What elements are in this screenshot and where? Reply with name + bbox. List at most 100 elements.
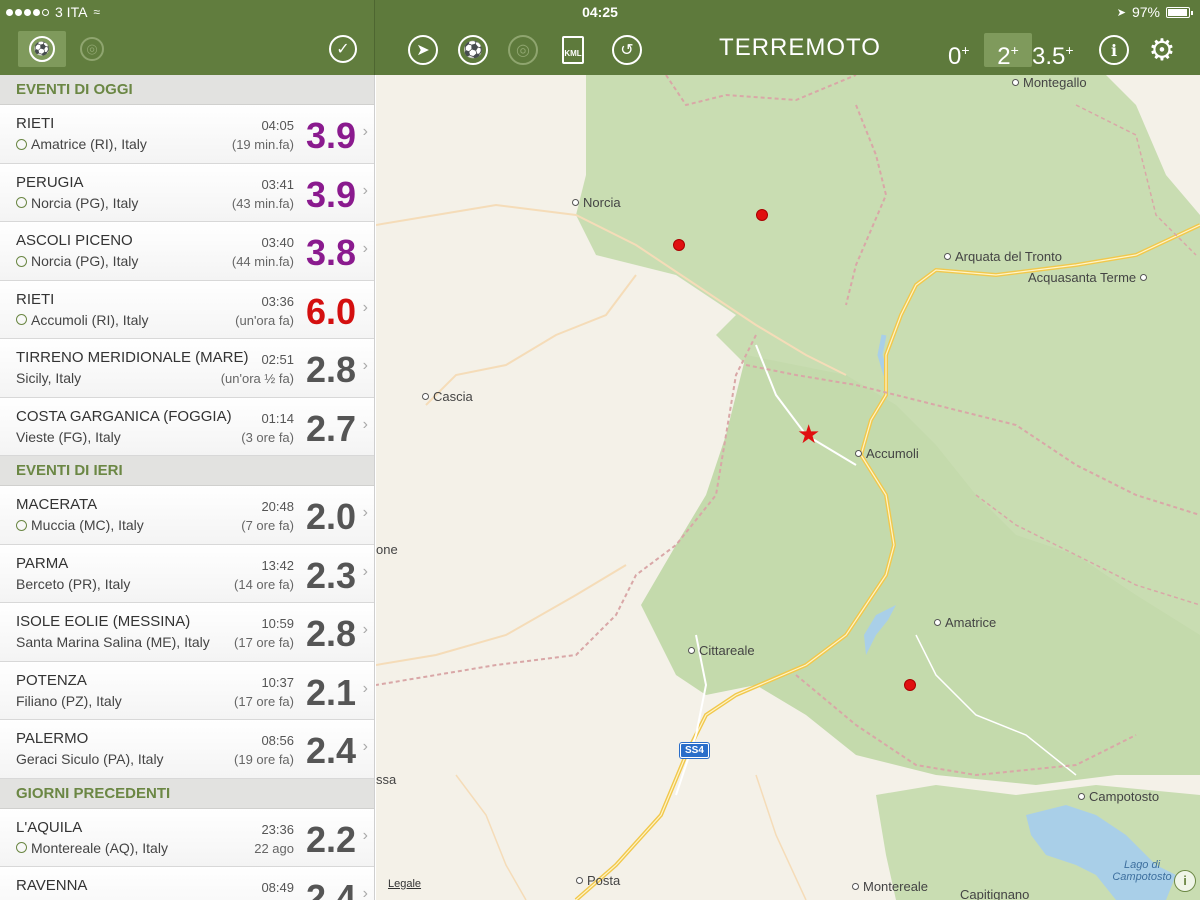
event-ago: (19 min.fa) xyxy=(231,137,294,152)
place-partial-ssa: ssa xyxy=(376,772,396,787)
events-list[interactable]: EVENTI DI OGGI RIETI Amatrice (RI), Italy 0… xyxy=(0,75,375,900)
location-arrow-icon: ➤ xyxy=(408,35,438,65)
italy-pin-icon xyxy=(16,255,27,267)
filter-sup: + xyxy=(961,42,970,58)
event-magnitude: 2.4 xyxy=(305,877,356,900)
place-marker xyxy=(688,647,695,654)
filter-mag-2[interactable]: 2+ xyxy=(984,33,1032,70)
gear-icon: ⚙ xyxy=(1148,33,1176,67)
top-bar: 3 ITA ≈ 04:25 ➤ 97% ⚽ ◎ ✓ ➤ ⚽ ◎ KML ↺ TE… xyxy=(0,0,1200,75)
event-region: RIETI xyxy=(16,290,55,308)
event-time: 10:59 xyxy=(261,616,294,631)
italy-list-button[interactable]: ⚽ xyxy=(18,31,66,67)
settings-button[interactable]: ⚙ xyxy=(1145,33,1179,67)
event-row[interactable]: TIRRENO MERIDIONALE (MARE) Sicily, Italy 0… xyxy=(0,339,374,398)
map-view[interactable]: Montegallo Norcia Arquata del Tronto Acq… xyxy=(376,75,1200,900)
event-time: 03:40 xyxy=(261,235,294,250)
place-marker xyxy=(934,619,941,626)
filter-mag-0[interactable]: 0+ xyxy=(948,33,970,70)
place-label: Capitignano xyxy=(960,887,1030,900)
place-label: ssa xyxy=(376,772,397,787)
world-map-button[interactable]: ◎ xyxy=(506,33,540,67)
place-marker xyxy=(944,253,951,260)
app-title: TERREMOTO xyxy=(719,34,881,61)
event-time: 13:42 xyxy=(261,557,294,573)
chevron-right-icon: › xyxy=(362,298,368,316)
event-row[interactable]: PERUGIA Norcia (PG), Italy 03:41 (43 min.fa… xyxy=(0,163,374,222)
event-ago: (7 ore fa) xyxy=(241,518,294,533)
place-partial-one: one xyxy=(376,542,398,557)
legal-link[interactable]: Legale xyxy=(388,878,421,890)
event-row[interactable]: PARMA Berceto (PR), Italy 13:42 (14 ore fa)… xyxy=(0,544,374,603)
event-magnitude: 3.8 xyxy=(305,232,356,273)
place-label: Norcia xyxy=(583,195,621,210)
event-place-label: Amatrice (RI), Italy xyxy=(31,136,147,152)
quake-marker[interactable] xyxy=(904,679,916,691)
section-header: EVENTI DI OGGI xyxy=(0,75,374,105)
event-place: Geraci Siculo (PA), Italy xyxy=(16,751,164,767)
event-place-label: Accumoli (RI), Italy xyxy=(31,311,149,328)
quake-marker[interactable] xyxy=(756,209,768,221)
location-arrow-icon: ➤ xyxy=(1116,6,1126,19)
filter-value: 0 xyxy=(948,43,962,70)
event-ago: (44 min.fa) xyxy=(231,254,294,269)
filter-mag-3-5[interactable]: 3.5+ xyxy=(1032,33,1074,70)
filter-value: 3.5 xyxy=(1032,43,1066,70)
event-region: PERUGIA xyxy=(16,173,84,191)
event-place-label: Norcia (PG), Italy xyxy=(31,194,139,211)
event-row[interactable]: RIETI Accumoli (RI), Italy 03:36 (un'ora fa… xyxy=(0,280,374,339)
italy-pin-icon xyxy=(16,197,27,208)
history-button[interactable]: ↺ xyxy=(610,33,644,67)
event-region: L'AQUILA xyxy=(16,818,83,836)
place-label: Campotosto xyxy=(1089,789,1160,804)
event-ago: (14 ore fa) xyxy=(234,576,294,592)
event-place: Muccia (MC), Italy xyxy=(16,517,144,533)
event-time: 03:41 xyxy=(261,176,294,192)
chevron-right-icon: › xyxy=(362,357,368,374)
place-campotosto: Campotosto xyxy=(1078,789,1159,804)
event-magnitude: 3.9 xyxy=(305,173,356,215)
map-canvas xyxy=(376,75,1200,900)
event-row[interactable]: COSTA GARGANICA (FOGGIA) Vieste (FG), Ita… xyxy=(0,397,374,456)
filter-value: 2 xyxy=(997,43,1011,70)
place-marker xyxy=(572,199,579,206)
locate-button[interactable]: ➤ xyxy=(406,33,440,67)
event-row[interactable]: RAVENNA 08:49 2.4 › xyxy=(0,867,374,900)
event-row[interactable]: ASCOLI PICENO Norcia (PG), Italy 03:40 (44 … xyxy=(0,222,374,281)
world-list-button[interactable]: ◎ xyxy=(74,31,110,67)
quake-marker[interactable] xyxy=(673,239,685,251)
radar-button[interactable]: ✓ xyxy=(326,32,360,66)
section-header: EVENTI DI IERI xyxy=(0,456,374,486)
italy-pin-icon xyxy=(16,842,27,853)
event-row[interactable]: ISOLE EOLIE (MESSINA) Santa Marina Salina… xyxy=(0,603,374,662)
event-time: 10:37 xyxy=(261,674,294,690)
place-label: Amatrice xyxy=(945,615,997,630)
event-row[interactable]: RIETI Amatrice (RI), Italy 04:05 (19 min.fa… xyxy=(0,105,374,164)
chevron-right-icon: › xyxy=(362,415,368,433)
clock: 04:25 xyxy=(582,4,618,20)
event-row[interactable]: POTENZA Filiano (PZ), Italy 10:37 (17 ore f… xyxy=(0,661,374,720)
place-cittareale: Cittareale xyxy=(688,643,755,658)
event-place: Filiano (PZ), Italy xyxy=(16,693,122,709)
main-quake-star-icon[interactable]: ★ xyxy=(797,421,820,447)
kml-button[interactable]: KML xyxy=(558,33,588,67)
map-info-icon[interactable]: i xyxy=(1174,870,1196,892)
globe-icon: ◎ xyxy=(508,35,538,65)
chevron-right-icon: › xyxy=(362,826,368,844)
italy-map-button[interactable]: ⚽ xyxy=(456,33,490,67)
event-magnitude: 2.8 xyxy=(305,613,356,654)
battery-percent: 97% xyxy=(1131,4,1160,20)
event-region: POTENZA xyxy=(16,671,87,689)
event-row[interactable]: PALERMO Geraci Siculo (PA), Italy 08:56 (19… xyxy=(0,720,374,779)
event-place: Amatrice (RI), Italy xyxy=(16,136,147,152)
info-button[interactable]: i xyxy=(1097,33,1131,67)
event-ago: (19 ore fa) xyxy=(234,752,294,767)
event-place: Santa Marina Salina (ME), Italy xyxy=(16,634,210,650)
lake-label: Lago di Campotosto xyxy=(1112,859,1172,883)
event-row[interactable]: L'AQUILA Montereale (AQ), Italy 23:36 22 ag… xyxy=(0,808,374,867)
event-ago: (17 ore fa) xyxy=(234,635,294,650)
filter-sup: + xyxy=(1010,42,1019,58)
history-icon: ↺ xyxy=(612,35,642,65)
event-row[interactable]: MACERATA Muccia (MC), Italy 20:48 (7 ore fa… xyxy=(0,486,374,545)
event-ago: (17 ore fa) xyxy=(234,693,294,709)
